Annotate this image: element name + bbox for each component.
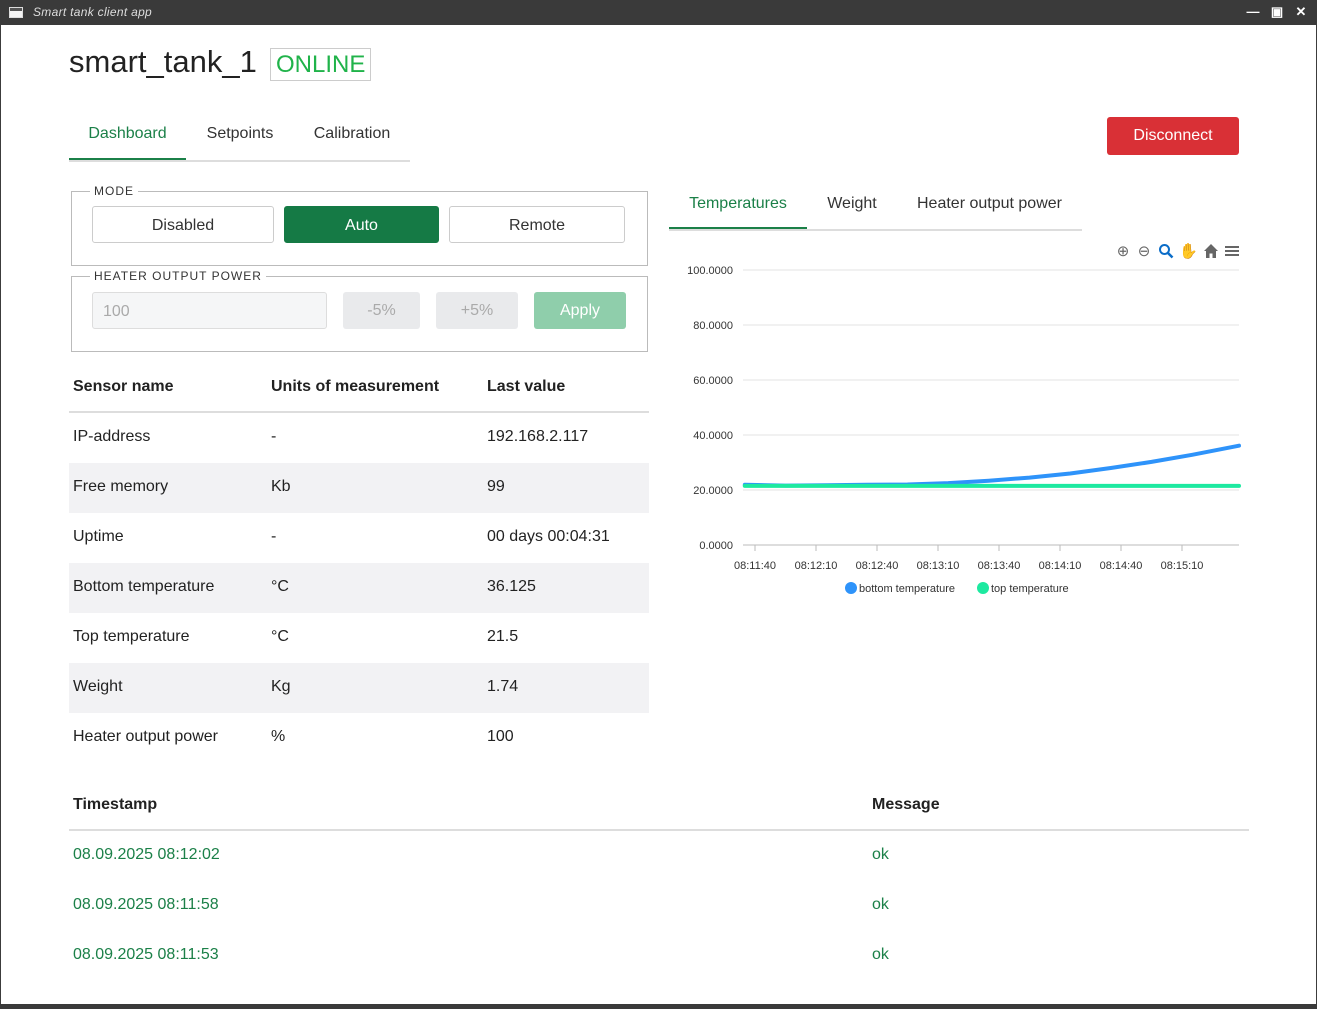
y-tick-label: 60.0000 — [693, 375, 733, 387]
x-tick-label: 08:15:10 — [1161, 560, 1204, 572]
apply-button[interactable]: Apply — [534, 292, 626, 329]
header-timestamp: Timestamp — [73, 796, 158, 813]
table-row: 08.09.2025 08:12:02 ok — [69, 831, 1249, 881]
units-cell: °C — [271, 578, 289, 595]
y-tick-label: 20.0000 — [693, 485, 733, 497]
tab-setpoints[interactable]: Setpoints — [186, 114, 294, 160]
table-row: Bottom temperature °C 36.125 — [69, 563, 649, 613]
units-cell: % — [271, 728, 286, 745]
temperature-chart: 100.0000 80.0000 60.0000 40.0000 20.0000 0.00… — [687, 265, 1241, 595]
header-units: Units of measurement — [271, 378, 440, 395]
table-row: 08.09.2025 08:11:58 ok — [69, 881, 1249, 931]
table-row: Free memory Kb 99 — [69, 463, 649, 513]
close-icon[interactable]: ✕ — [1293, 4, 1309, 20]
message-cell: ok — [872, 946, 889, 963]
heater-power-input[interactable]: 100 — [92, 292, 327, 329]
y-tick-label: 40.0000 — [693, 430, 733, 442]
table-row: IP-address - 192.168.2.117 — [69, 413, 649, 463]
minimize-icon[interactable]: — — [1245, 4, 1261, 20]
log-table-header: Timestamp Message — [69, 785, 1249, 831]
table-row: Weight Kg 1.74 — [69, 663, 649, 713]
header-sensor-name: Sensor name — [73, 378, 174, 395]
header-last-value: Last value — [487, 378, 566, 395]
tab-temperatures[interactable]: Temperatures — [669, 185, 807, 229]
sensor-name-cell: Weight — [73, 678, 123, 695]
mode-disabled-button[interactable]: Disabled — [92, 206, 274, 243]
mode-legend: MODE — [90, 184, 138, 198]
units-cell: °C — [271, 628, 289, 645]
sensor-table: Sensor name Units of measurement Last va… — [69, 367, 649, 763]
y-tick-label: 0.0000 — [699, 540, 733, 552]
app-window-icon — [9, 7, 23, 18]
table-row: 08.09.2025 08:11:53 ok — [69, 931, 1249, 981]
value-cell: 192.168.2.117 — [487, 428, 589, 445]
maximize-icon[interactable]: ▣ — [1269, 4, 1285, 20]
legend-marker — [977, 582, 989, 594]
tab-dashboard[interactable]: Dashboard — [69, 114, 186, 160]
status-badge: ONLINE — [270, 48, 372, 81]
timestamp-cell: 08.09.2025 08:11:58 — [73, 896, 219, 913]
value-cell: 1.74 — [487, 678, 519, 695]
tab-calibration[interactable]: Calibration — [294, 114, 410, 160]
mode-auto-button[interactable]: Auto — [284, 206, 439, 243]
log-table: Timestamp Message 08.09.2025 08:12:02 ok… — [69, 785, 1249, 981]
x-tick-label: 08:12:40 — [856, 560, 899, 572]
x-tick-label: 08:14:40 — [1100, 560, 1143, 572]
timestamp-cell: 08.09.2025 08:12:02 — [73, 846, 220, 863]
value-cell: 21.5 — [487, 628, 519, 645]
legend-marker — [845, 582, 857, 594]
legend-label: top temperature — [991, 583, 1069, 595]
title-bar: Smart tank client app — ▣ ✕ — [0, 0, 1317, 25]
value-cell: 36.125 — [487, 578, 536, 595]
value-cell: 99 — [487, 478, 505, 495]
disconnect-button[interactable]: Disconnect — [1107, 117, 1239, 155]
chart-tabs: Temperatures Weight Heater output power — [669, 185, 1082, 231]
units-cell: - — [271, 428, 277, 445]
y-tick-label: 80.0000 — [693, 320, 733, 332]
tab-weight[interactable]: Weight — [807, 185, 897, 227]
table-row: Top temperature °C 21.5 — [69, 613, 649, 663]
table-row: Heater output power % 100 — [69, 713, 649, 763]
units-cell: Kb — [271, 478, 291, 495]
decrease-5-button[interactable]: -5% — [343, 292, 420, 329]
heater-power-group: HEATER OUTPUT POWER 100 -5% +5% Apply — [71, 269, 648, 352]
x-tick-label: 08:11:40 — [734, 560, 776, 572]
message-cell: ok — [872, 846, 889, 863]
message-cell: ok — [872, 896, 889, 913]
sensor-name-cell: Heater output power — [73, 728, 218, 745]
increase-5-button[interactable]: +5% — [436, 292, 518, 329]
sensor-name-cell: IP-address — [73, 428, 151, 445]
heater-legend: HEATER OUTPUT POWER — [90, 269, 266, 283]
sensor-table-header: Sensor name Units of measurement Last va… — [69, 367, 649, 413]
sensor-name-cell: Top temperature — [73, 628, 190, 645]
timestamp-cell: 08.09.2025 08:11:53 — [73, 946, 219, 963]
sensor-name-cell: Uptime — [73, 528, 124, 545]
window-bottom-border — [0, 1004, 1317, 1009]
main-tabs: Dashboard Setpoints Calibration — [69, 114, 410, 162]
x-tick-label: 08:14:10 — [1039, 560, 1082, 572]
header-message: Message — [872, 796, 940, 813]
value-cell: 00 days 00:04:31 — [487, 528, 610, 545]
series-line-bottom-temperature — [742, 443, 1241, 488]
legend-label: bottom temperature — [859, 583, 955, 595]
x-tick-label: 08:13:40 — [978, 560, 1021, 572]
sensor-name-cell: Free memory — [73, 478, 169, 495]
sensor-name-cell: Bottom temperature — [73, 578, 215, 595]
value-cell: 100 — [487, 728, 514, 745]
device-name: smart_tank_1 — [69, 44, 257, 79]
window-title: Smart tank client app — [33, 5, 153, 19]
x-tick-label: 08:13:10 — [917, 560, 960, 572]
units-cell: - — [271, 528, 277, 545]
units-cell: Kg — [271, 678, 291, 695]
x-tick-label: 08:12:10 — [795, 560, 838, 572]
tab-heater-output-power[interactable]: Heater output power — [897, 185, 1082, 227]
mode-remote-button[interactable]: Remote — [449, 206, 625, 243]
table-row: Uptime - 00 days 00:04:31 — [69, 513, 649, 563]
y-tick-label: 100.0000 — [687, 265, 733, 277]
app-window: smart_tank_1 ONLINE Dashboard Setpoints … — [1, 25, 1316, 1004]
mode-group: MODE Disabled Auto Remote — [71, 184, 648, 266]
